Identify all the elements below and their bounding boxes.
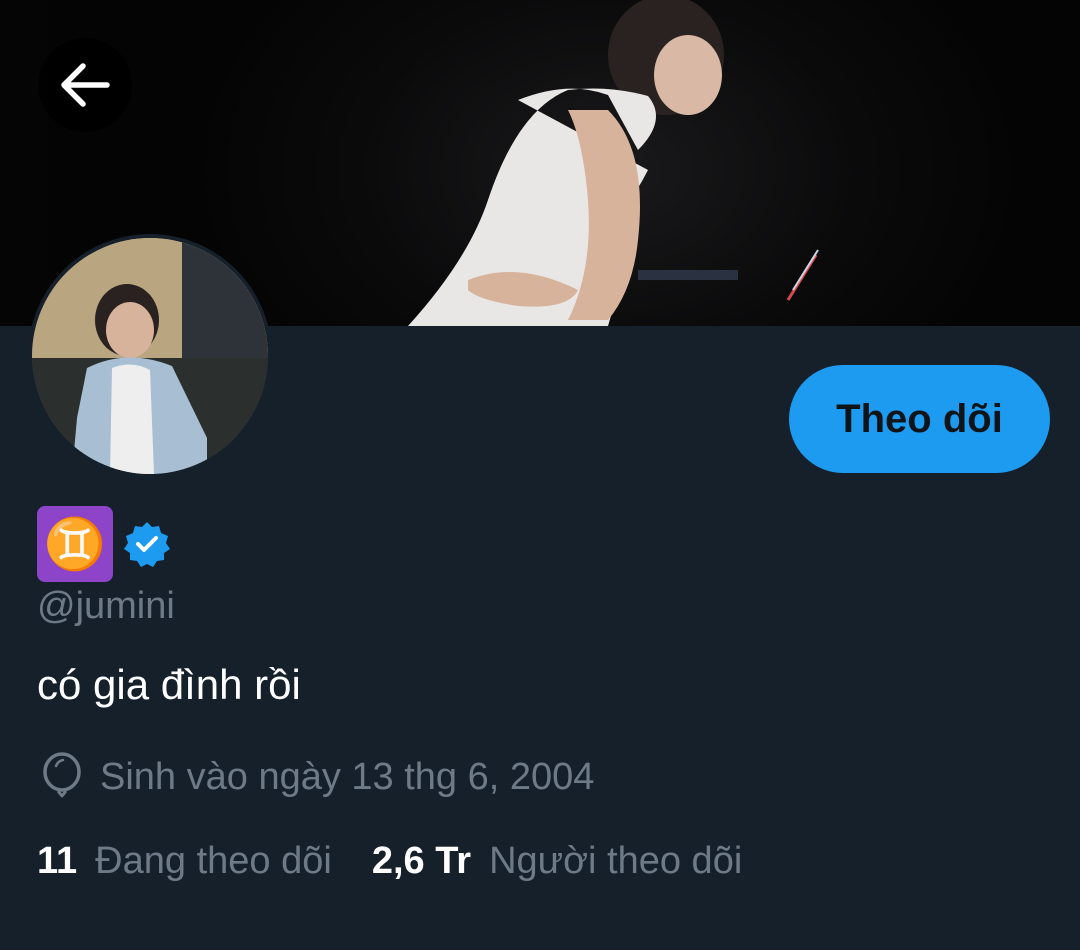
followers-label: Người theo dõi	[489, 840, 743, 882]
birth-info: Sinh vào ngày 13 thg 6, 2004	[40, 752, 594, 802]
following-count: 11	[37, 840, 78, 882]
profile-handle: @jumini	[37, 585, 175, 627]
arrow-left-icon	[61, 63, 110, 107]
birth-date-text: Sinh vào ngày 13 thg 6, 2004	[100, 755, 595, 798]
following-link[interactable]: 11 Đang theo dõi	[37, 840, 332, 883]
avatar-photo	[32, 238, 268, 474]
followers-link[interactable]: 2,6 Tr Người theo dõi	[372, 840, 742, 883]
profile-bio: có gia đình rồi	[37, 661, 301, 708]
verified-badge-icon	[124, 522, 170, 567]
gemini-emoji: ♊	[37, 506, 113, 582]
avatar[interactable]	[28, 234, 272, 478]
follow-stats: 11 Đang theo dõi 2,6 Tr Người theo dõi	[37, 840, 742, 883]
profile-page: Theo dõi ♊ @jumini có gia đình rồi Sinh …	[0, 0, 1080, 950]
back-button[interactable]	[38, 38, 132, 132]
following-label: Đang theo dõi	[95, 840, 332, 882]
followers-count: 2,6 Tr	[371, 840, 472, 882]
follow-button[interactable]: Theo dõi	[789, 365, 1050, 473]
balloon-icon	[43, 752, 81, 798]
display-name-row: ♊	[37, 506, 171, 582]
